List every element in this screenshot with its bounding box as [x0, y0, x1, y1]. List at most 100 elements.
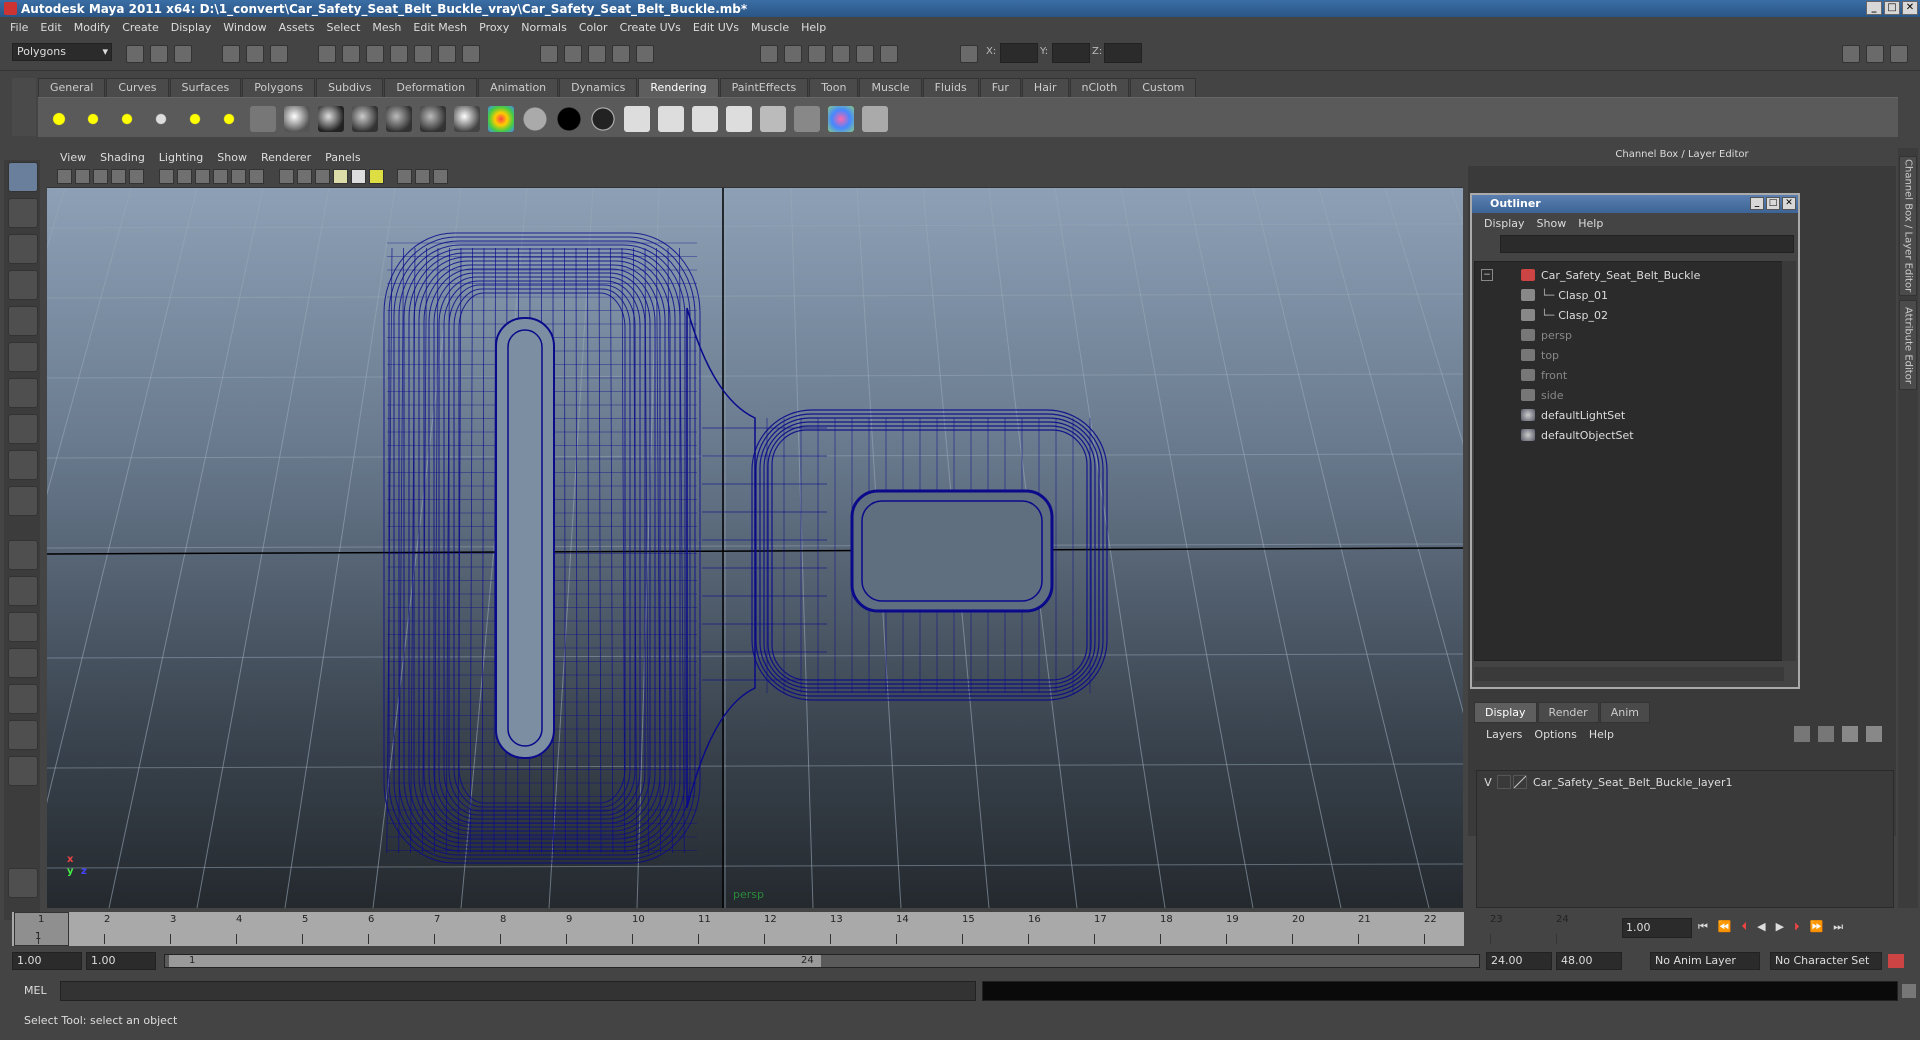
graph-layout-icon[interactable]	[8, 648, 38, 678]
outliner-row[interactable]: front	[1521, 366, 1821, 384]
outliner-row[interactable]: └─ Clasp_02	[1521, 306, 1821, 324]
tool-layout-icon[interactable]	[1890, 45, 1908, 63]
hypershade-shelf-icon[interactable]	[760, 106, 786, 132]
minimize-icon[interactable]: _	[1866, 1, 1882, 15]
lasso-tool-icon[interactable]	[8, 198, 38, 228]
point-light-icon[interactable]	[114, 106, 140, 132]
side-tab-channel-box[interactable]: Channel Box / Layer Editor	[1899, 156, 1917, 296]
channel-box-icon[interactable]	[880, 45, 898, 63]
layered-shader-icon[interactable]	[454, 106, 480, 132]
panel-layout-icon[interactable]	[1842, 45, 1860, 63]
outliner-row[interactable]: − Car_Safety_Seat_Belt_Buckle	[1481, 266, 1781, 284]
tab-muscle[interactable]: Muscle	[859, 78, 922, 97]
snap-curve-icon[interactable]	[342, 45, 360, 63]
close-icon[interactable]: ✕	[1902, 1, 1918, 15]
outliner-minimize-icon[interactable]: _	[1750, 197, 1764, 210]
viewport-menu-panels[interactable]: Panels	[318, 151, 367, 164]
menu-normals[interactable]: Normals	[515, 21, 573, 34]
grid-toggle-icon[interactable]	[129, 169, 144, 184]
viewport-menu-lighting[interactable]: Lighting	[152, 151, 210, 164]
frame-all-icon[interactable]	[415, 169, 430, 184]
rotate-tool-icon[interactable]	[8, 306, 38, 336]
default-light-icon[interactable]	[333, 169, 348, 184]
move-tool-icon[interactable]	[8, 270, 38, 300]
character-set-dropdown[interactable]: No Character Set	[1770, 952, 1882, 970]
outliner-close-icon[interactable]: ✕	[1782, 197, 1796, 210]
command-input[interactable]	[60, 981, 976, 1001]
viewport-menu-show[interactable]: Show	[210, 151, 254, 164]
tab-animation[interactable]: Animation	[478, 78, 559, 97]
menu-set-dropdown[interactable]: Polygons	[12, 43, 112, 61]
maximize-icon[interactable]: □	[1884, 1, 1900, 15]
lambert-shader-icon[interactable]	[352, 106, 378, 132]
select-object-icon[interactable]	[246, 45, 264, 63]
play-backwards-icon[interactable]: ◀	[1757, 920, 1765, 934]
snap-grid-icon[interactable]	[318, 45, 336, 63]
new-layer-selected-icon[interactable]	[1866, 726, 1882, 742]
history-icon[interactable]	[438, 45, 456, 63]
start-time-field[interactable]: 1.00	[12, 952, 82, 970]
ambient-light-icon[interactable]	[46, 106, 72, 132]
snap-point-icon[interactable]	[366, 45, 384, 63]
tab-painteffects[interactable]: PaintEffects	[719, 78, 809, 97]
render-view-icon[interactable]	[636, 45, 654, 63]
select-component-icon[interactable]	[270, 45, 288, 63]
menu-muscle[interactable]: Muscle	[745, 21, 795, 34]
directional-light-icon[interactable]	[80, 106, 106, 132]
new-layer-icon[interactable]	[1842, 726, 1858, 742]
tab-fur[interactable]: Fur	[979, 78, 1021, 97]
step-back-icon[interactable]: ⏪	[1718, 920, 1732, 934]
save-scene-icon[interactable]	[174, 45, 192, 63]
layer-menu-options[interactable]: Options	[1528, 728, 1582, 741]
menu-mesh[interactable]: Mesh	[366, 21, 407, 34]
go-to-end-icon[interactable]: ⏭	[1833, 920, 1843, 934]
high-quality-icon[interactable]	[369, 169, 384, 184]
batch-render-icon[interactable]	[692, 106, 718, 132]
outliner-row[interactable]: └─ Clasp_01	[1521, 286, 1821, 304]
tab-toon[interactable]: Toon	[809, 78, 859, 97]
layer-menu-layers[interactable]: Layers	[1480, 728, 1528, 741]
paint-select-tool-icon[interactable]	[8, 234, 38, 264]
y-field[interactable]	[1052, 43, 1090, 63]
spot-light-icon[interactable]	[148, 106, 174, 132]
menu-help[interactable]: Help	[795, 21, 832, 34]
tab-curves[interactable]: Curves	[106, 78, 169, 97]
move-layer-up-icon[interactable]	[1794, 726, 1810, 742]
go-to-start-icon[interactable]: ⏮	[1698, 920, 1708, 934]
time-slider[interactable]: 1 12345678910111213141516171819202122232…	[12, 912, 1569, 946]
anim-layer-dropdown[interactable]: No Anim Layer	[1650, 952, 1760, 970]
smooth-shade-icon[interactable]	[177, 169, 192, 184]
sidebar-toggle-icon[interactable]	[808, 45, 826, 63]
viewport-menu-renderer[interactable]: Renderer	[254, 151, 318, 164]
tab-polygons[interactable]: Polygons	[242, 78, 316, 97]
snap-view-plane-icon[interactable]	[390, 45, 408, 63]
play-forwards-icon[interactable]: ▶	[1776, 920, 1784, 934]
tab-custom[interactable]: Custom	[1130, 78, 1197, 97]
relative-transform-icon[interactable]	[784, 45, 802, 63]
script-editor-icon[interactable]	[1902, 984, 1916, 998]
use-all-lights-icon[interactable]	[249, 169, 264, 184]
layout-options-icon[interactable]	[8, 756, 38, 786]
tool-settings-icon[interactable]	[856, 45, 874, 63]
make-live-icon[interactable]	[414, 45, 432, 63]
input-line-icon[interactable]	[760, 45, 778, 63]
outliner-vertical-scrollbar[interactable]	[1782, 261, 1796, 661]
menu-edit-mesh[interactable]: Edit Mesh	[407, 21, 473, 34]
outliner-title-bar[interactable]: Outliner _ □ ✕	[1472, 195, 1798, 213]
wireframe-on-shaded-icon[interactable]	[195, 169, 210, 184]
camera-attributes-icon[interactable]	[75, 169, 90, 184]
scale-tool-icon[interactable]	[8, 342, 38, 372]
paint-effects-icon[interactable]	[828, 106, 854, 132]
phonge-shader-icon[interactable]	[420, 106, 446, 132]
shadow-icon[interactable]	[351, 169, 366, 184]
playback-end-field[interactable]: 24.00	[1486, 952, 1552, 970]
outliner-row[interactable]: persp	[1521, 326, 1821, 344]
tab-hair[interactable]: Hair	[1021, 78, 1069, 97]
playback-start-field[interactable]: 1.00	[86, 952, 156, 970]
bookmarks-icon[interactable]	[93, 169, 108, 184]
new-scene-icon[interactable]	[126, 45, 144, 63]
soft-mod-tool-icon[interactable]	[8, 414, 38, 444]
outliner-row[interactable]: top	[1521, 346, 1821, 364]
maya-feedback-icon[interactable]	[8, 868, 38, 898]
side-tab-attribute-editor[interactable]: Attribute Editor	[1899, 300, 1917, 390]
